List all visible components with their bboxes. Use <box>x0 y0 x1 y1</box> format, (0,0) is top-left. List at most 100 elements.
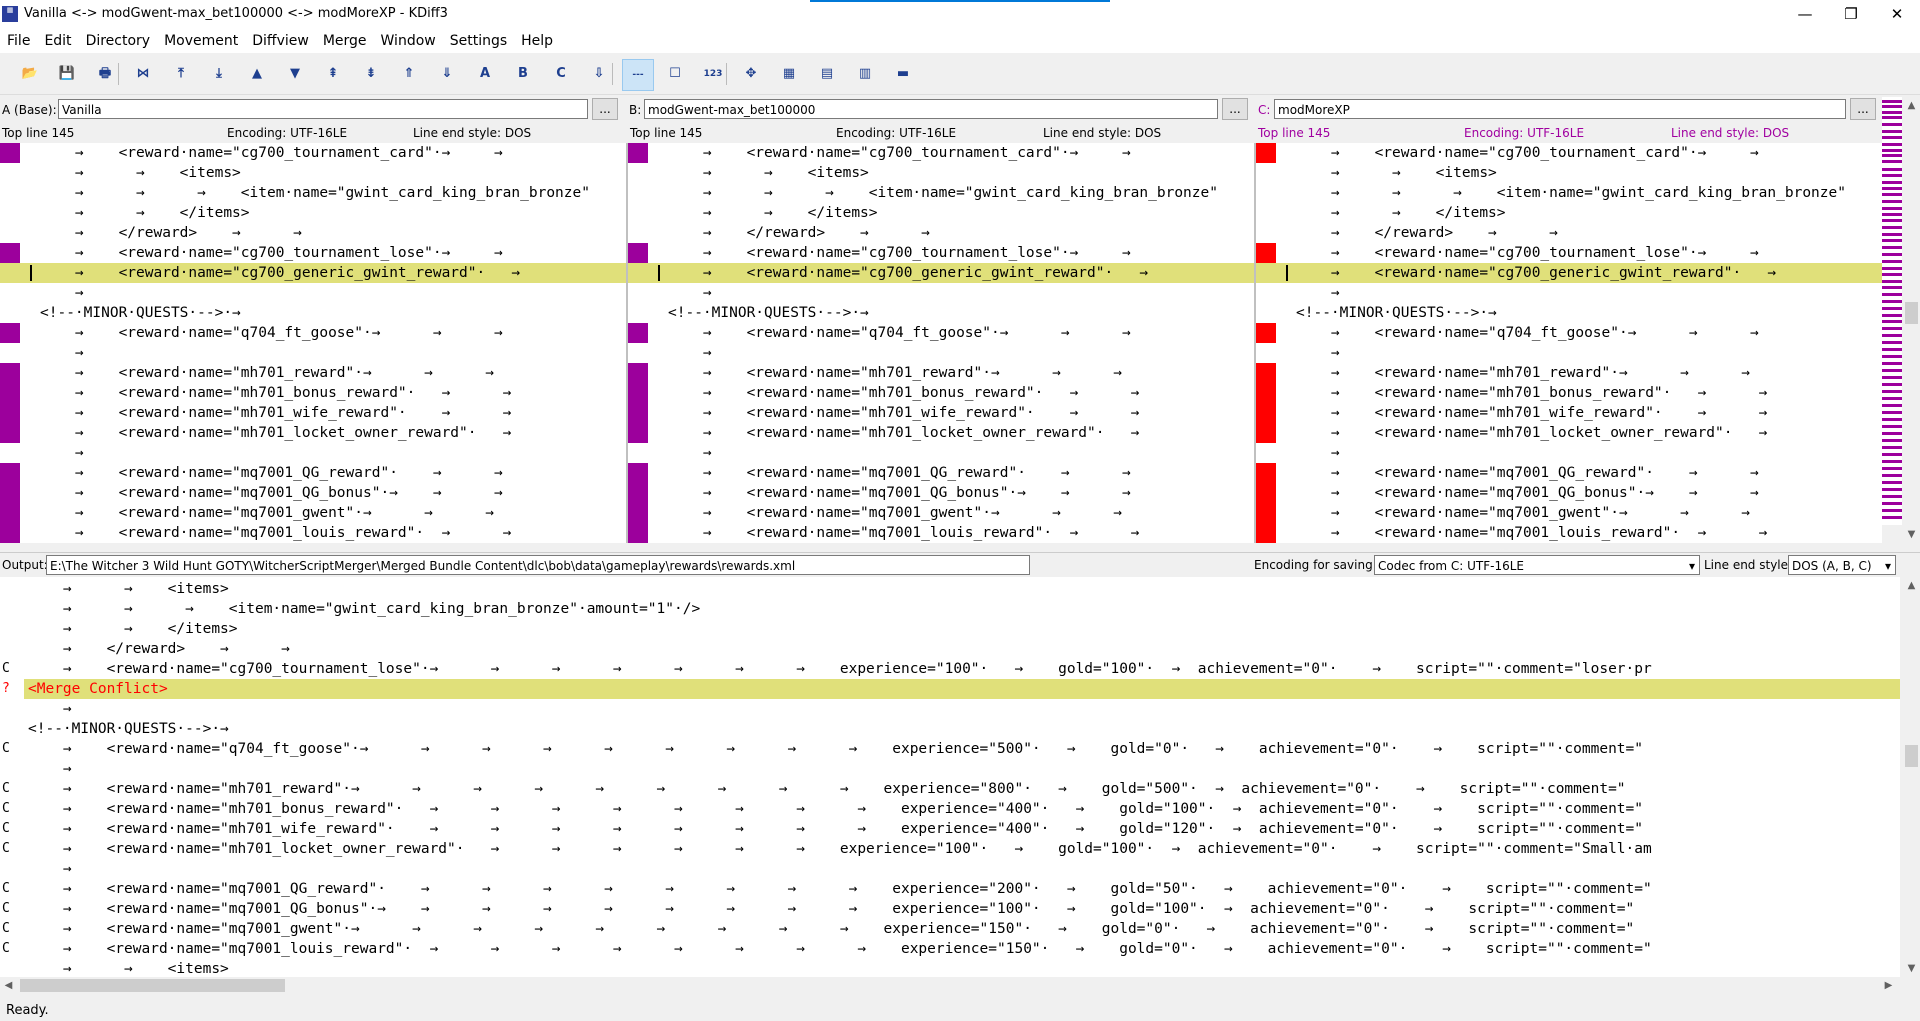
merge-line[interactable]: → → → <item·name="gwint_card_king_bran_b… <box>28 599 700 619</box>
merge-line[interactable]: → <box>28 759 72 779</box>
merge-line[interactable]: → <reward·name="mq7001_louis_reward"· → … <box>28 939 1652 959</box>
encoding-saving-label: Encoding for saving: <box>1254 558 1377 572</box>
pane-c-browse-button[interactable]: ... <box>1850 98 1876 120</box>
toolbar-separator <box>726 63 727 85</box>
print-icon[interactable]: 🖶 <box>90 59 120 89</box>
pane-b-file-field[interactable]: modGwent-max_bet100000 <box>644 99 1218 119</box>
line-end-select[interactable]: DOS (A, B, C) <box>1788 555 1896 576</box>
merge-line[interactable]: → <box>28 699 72 719</box>
diff-pane-c[interactable]: → <reward·name="cg700_tournament_card"·→… <box>1256 143 1882 543</box>
merge-line[interactable]: → <reward·name="q704_ft_goose"·→ → → → →… <box>28 739 1643 759</box>
code-line: → → <items> <box>1296 165 1497 181</box>
merge-line[interactable]: → <reward·name="mh701_bonus_reward"· → →… <box>28 799 1643 819</box>
menu-movement[interactable]: Movement <box>157 29 245 53</box>
window-arrange-icon[interactable]: ▤ <box>812 59 842 89</box>
merge-horizontal-scrollbar[interactable]: ◀ ▶ <box>0 977 1900 994</box>
open-icon[interactable]: 📂 <box>15 59 45 89</box>
goto-prev-conflict-icon[interactable]: ⇞ <box>318 59 348 89</box>
diff-vertical-scrollbar[interactable]: ▲ ▼ <box>1903 97 1920 543</box>
merge-line[interactable]: → <reward·name="mq7001_gwent"·→ → → → → … <box>28 919 1634 939</box>
diff-overview-strip[interactable] <box>1882 97 1902 525</box>
auto-advance-icon[interactable]: ⇩ <box>584 59 614 89</box>
goto-next-unsolved-conflict-icon[interactable]: ⇓ <box>432 59 462 89</box>
code-line: → <reward·name="q704_ft_goose"·→ → → <box>40 325 503 341</box>
diff-pane-b[interactable]: → <reward·name="cg700_tournament_card"·→… <box>628 143 1254 543</box>
menu-window[interactable]: Window <box>374 29 443 53</box>
diff-pane-a[interactable]: → <reward·name="cg700_tournament_card"·→… <box>0 143 626 543</box>
show-whitespace-chars-icon[interactable]: --- <box>622 59 654 91</box>
goto-prev-unsolved-conflict-icon[interactable]: ⇑ <box>394 59 424 89</box>
goto-prev-delta-icon[interactable]: ▲ <box>242 59 272 89</box>
select-a-icon[interactable]: A <box>470 59 500 89</box>
scroll-left-icon[interactable]: ◀ <box>0 977 17 994</box>
kdiff3-app-icon: ▦ <box>2 6 18 22</box>
encoding-saving-select[interactable]: Codec from C: UTF-16LE <box>1374 555 1700 576</box>
scroll-up-icon[interactable]: ▲ <box>1903 97 1920 114</box>
code-line: → <reward·name="mq7001_louis_reward"· → … <box>668 525 1140 541</box>
show-whitespace-icon[interactable]: ☐ <box>660 59 690 89</box>
merge-source-flag: C <box>2 881 10 896</box>
code-line: → <reward·name="mh701_locket_owner_rewar… <box>40 425 512 441</box>
menu-directory[interactable]: Directory <box>79 29 158 53</box>
scrollbar-thumb[interactable] <box>1905 302 1918 324</box>
scroll-down-icon[interactable]: ▼ <box>1903 960 1920 977</box>
scrollbar-thumb[interactable] <box>20 979 285 992</box>
merge-line[interactable]: → <reward·name="mh701_reward"·→ → → → → … <box>28 779 1626 799</box>
goto-next-conflict-icon[interactable]: ⇟ <box>356 59 386 89</box>
merge-line[interactable]: → <reward·name="mh701_locket_owner_rewar… <box>28 839 1652 859</box>
merge-line[interactable]: → <reward·name="cg700_tournament_lose"·→… <box>28 659 1652 679</box>
merge-output-pane[interactable]: → → <items> → → → <item·name="gwint_card… <box>0 577 1900 977</box>
goto-current-delta-icon[interactable]: ⋈ <box>128 59 158 89</box>
window-split-icon[interactable]: ▦ <box>774 59 804 89</box>
toolbar-separator <box>612 63 613 85</box>
overview-mark <box>1882 143 1902 146</box>
overview-icon[interactable]: ▬ <box>888 59 918 89</box>
select-b-icon[interactable]: B <box>508 59 538 89</box>
pane-c-encoding: Encoding: UTF-16LE <box>1464 126 1585 140</box>
pane-b-browse-button[interactable]: ... <box>1222 98 1248 120</box>
merge-line[interactable]: → <reward·name="mh701_wife_reward"· → → … <box>28 819 1643 839</box>
pane-a-browse-button[interactable]: ... <box>592 98 618 120</box>
pane-a-file-field[interactable]: Vanilla <box>58 99 588 119</box>
code-line: → <reward·name="mq7001_QG_reward"· → → <box>40 465 503 481</box>
show-line-numbers-icon[interactable]: 123 <box>698 59 728 89</box>
menu-diffview[interactable]: Diffview <box>245 29 316 53</box>
pane-a-label: A (Base): <box>2 103 57 117</box>
merge-line[interactable]: → <reward·name="mq7001_QG_reward"· → → →… <box>28 879 1652 899</box>
select-c-icon[interactable]: C <box>546 59 576 89</box>
merge-line[interactable]: → <box>28 859 72 879</box>
save-icon[interactable]: 💾 <box>52 59 82 89</box>
goto-last-delta-icon[interactable]: ⤓ <box>204 59 234 89</box>
merge-conflict-line[interactable]: <Merge Conflict> <box>28 679 168 699</box>
choose-all-icon[interactable]: ✥ <box>736 59 766 89</box>
minimize-button[interactable]: — <box>1782 0 1828 29</box>
goto-first-delta-icon[interactable]: ⤒ <box>166 59 196 89</box>
scroll-up-icon[interactable]: ▲ <box>1903 577 1920 594</box>
menu-file[interactable]: File <box>0 29 37 53</box>
scroll-right-icon[interactable]: ▶ <box>1880 977 1897 994</box>
merge-line[interactable]: → → <items> <box>28 579 229 599</box>
merge-vertical-scrollbar[interactable]: ▲ ▼ <box>1903 577 1920 977</box>
code-line: → <box>668 345 712 361</box>
merge-line[interactable]: → → <items> <box>28 959 229 977</box>
scroll-down-icon[interactable]: ▼ <box>1903 526 1920 543</box>
code-line: → <reward·name="mh701_bonus_reward"· → → <box>40 385 512 401</box>
merge-line[interactable]: → → </items> <box>28 619 238 639</box>
output-path-field[interactable]: E:\The Witcher 3 Wild Hunt GOTY\WitcherS… <box>46 555 1030 575</box>
menu-edit[interactable]: Edit <box>37 29 78 53</box>
window-toggle-icon[interactable]: ▥ <box>850 59 880 89</box>
pane-c-file-field[interactable]: modMoreXP <box>1274 99 1846 119</box>
merge-line[interactable]: → </reward> → → <box>28 639 290 659</box>
code-line: → <reward·name="mh701_wife_reward"· → → <box>1296 405 1768 421</box>
menu-merge[interactable]: Merge <box>316 29 374 53</box>
close-button[interactable]: ✕ <box>1874 0 1920 29</box>
maximize-button[interactable]: ❐ <box>1828 0 1874 29</box>
overview-mark <box>1882 307 1902 310</box>
merge-line[interactable]: → <reward·name="mq7001_QG_bonus"·→ → → →… <box>28 899 1634 919</box>
menu-help[interactable]: Help <box>514 29 560 53</box>
merge-line[interactable]: <!--·MINOR·QUESTS·-->·→ <box>28 719 229 739</box>
menu-settings[interactable]: Settings <box>443 29 514 53</box>
goto-next-delta-icon[interactable]: ▼ <box>280 59 310 89</box>
overview-mark <box>1882 181 1902 184</box>
scrollbar-thumb[interactable] <box>1905 745 1918 767</box>
